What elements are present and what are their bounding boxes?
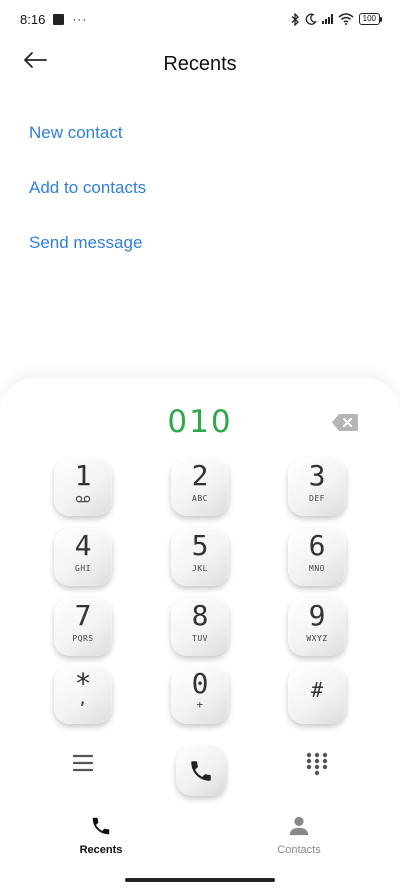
key-digit: 7 xyxy=(74,599,92,632)
back-arrow-icon xyxy=(24,52,47,68)
header: Recents xyxy=(0,40,400,88)
key-letters: TUV xyxy=(192,634,208,643)
menu-button[interactable] xyxy=(72,754,94,777)
status-time: 8:16 xyxy=(20,11,46,27)
key-4[interactable]: 4 GHI xyxy=(54,528,112,586)
signal-icon xyxy=(321,14,333,24)
key-5[interactable]: 5 JKL xyxy=(171,528,229,586)
key-2[interactable]: 2 ABC xyxy=(171,458,229,516)
key-letters: ABC xyxy=(192,494,208,503)
bluetooth-icon xyxy=(291,12,299,26)
key-letters: , xyxy=(78,692,88,708)
backspace-button[interactable] xyxy=(331,413,359,432)
wifi-icon xyxy=(338,13,354,25)
back-button[interactable] xyxy=(22,50,58,78)
status-bar: 8:16 ··· 100 xyxy=(0,0,400,38)
page-title: Recents xyxy=(163,52,237,75)
key-letters: MNO xyxy=(309,564,325,573)
key-8[interactable]: 8 TUV xyxy=(171,598,229,656)
key-hash[interactable]: # xyxy=(288,666,346,724)
call-icon xyxy=(191,761,211,781)
key-digit: 0 xyxy=(191,667,209,700)
keypad-toggle-button[interactable] xyxy=(306,752,328,781)
action-links: New contact Add to contacts Send message xyxy=(29,115,146,280)
voicemail-icon xyxy=(75,495,91,503)
tab-contacts[interactable]: Contacts xyxy=(249,815,349,856)
tab-recents-label: Recents xyxy=(79,844,123,856)
key-star[interactable]: * , xyxy=(54,666,112,724)
tab-recents[interactable]: Recents xyxy=(51,815,151,856)
key-digit: 5 xyxy=(191,529,209,562)
menu-icon xyxy=(72,754,94,772)
key-6[interactable]: 6 MNO xyxy=(288,528,346,586)
key-digit: 2 xyxy=(191,459,209,492)
key-letters: GHI xyxy=(75,564,91,573)
key-digit: 1 xyxy=(74,459,92,492)
call-button[interactable] xyxy=(176,746,226,796)
notification-icon xyxy=(53,13,65,25)
key-digit: 9 xyxy=(308,599,326,632)
send-message-link[interactable]: Send message xyxy=(29,225,146,280)
new-contact-link[interactable]: New contact xyxy=(29,115,146,170)
tab-contacts-label: Contacts xyxy=(277,844,321,856)
bottom-nav: Recents Contacts xyxy=(0,815,400,865)
key-digit: 6 xyxy=(308,529,326,562)
battery-icon: 100 xyxy=(358,13,383,25)
key-7[interactable]: 7 PQRS xyxy=(54,598,112,656)
key-letters: PQRS xyxy=(72,634,94,643)
key-3[interactable]: 3 DEF xyxy=(288,458,346,516)
keypad-icon xyxy=(306,752,328,776)
key-digit: 3 xyxy=(308,459,326,492)
key-0[interactable]: 0 + xyxy=(171,666,229,724)
add-to-contacts-link[interactable]: Add to contacts xyxy=(29,170,146,225)
key-letters: + xyxy=(196,698,204,711)
home-indicator[interactable] xyxy=(125,878,275,882)
key-digit: 8 xyxy=(191,599,209,632)
contact-person-icon xyxy=(289,816,309,836)
key-digit: # xyxy=(310,678,324,702)
backspace-icon xyxy=(332,414,358,431)
more-notifications-icon: ··· xyxy=(72,12,88,26)
key-letters: WXYZ xyxy=(306,634,328,643)
key-9[interactable]: 9 WXYZ xyxy=(288,598,346,656)
key-letters: JKL xyxy=(192,564,208,573)
moon-icon xyxy=(305,13,317,25)
key-digit: 4 xyxy=(74,529,92,562)
phone-icon xyxy=(92,817,110,835)
dialer-panel: 010 1 2 ABC 3 DEF 4 GHI 5 JKL 6 MNO 7 PQ… xyxy=(0,378,400,798)
key-letters: DEF xyxy=(309,494,325,503)
key-1[interactable]: 1 xyxy=(54,458,112,516)
